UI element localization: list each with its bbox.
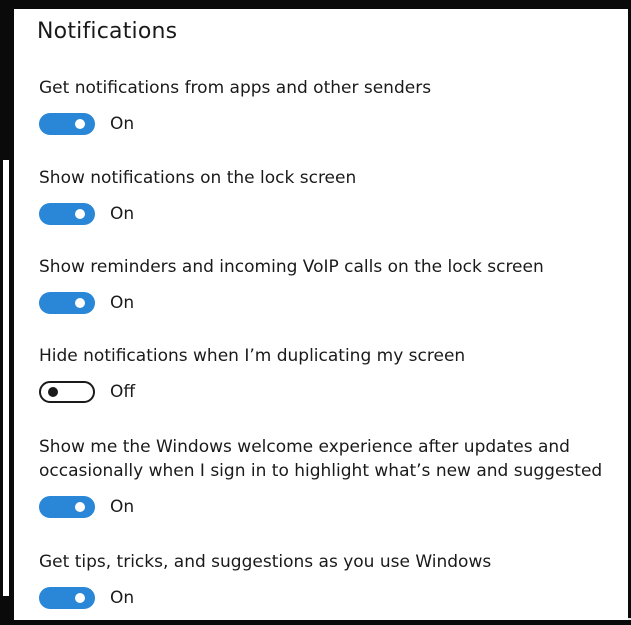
setting-label: Show me the Windows welcome experience a…	[39, 437, 603, 481]
toggle-row: On	[39, 586, 619, 610]
toggle-state-label: On	[110, 497, 135, 517]
toggle-state-label: On	[110, 204, 135, 224]
toggle-state-label: On	[110, 293, 135, 313]
setting-label: Get tips, tricks, and suggestions as you…	[39, 552, 492, 572]
toggle-switch[interactable]	[39, 587, 95, 609]
window-frame: Notifications Get notifications from app…	[0, 0, 631, 625]
toggle-knob	[48, 387, 58, 397]
toggle-state-label: On	[110, 114, 135, 134]
toggle-state-label: Off	[110, 382, 136, 402]
toggle-knob	[75, 119, 85, 129]
setting-label: Hide notifications when I’m duplicating …	[39, 346, 466, 366]
toggle-row: Off	[39, 380, 619, 404]
frame-bottom-border	[0, 620, 631, 625]
toggle-knob	[75, 593, 85, 603]
toggle-switch[interactable]	[39, 113, 95, 135]
setting-hide-when-duplicating: Hide notifications when I’m duplicating …	[39, 344, 619, 404]
toggle-switch[interactable]	[39, 203, 95, 225]
setting-label: Show notifications on the lock screen	[39, 168, 357, 188]
setting-reminders-voip: Show reminders and incoming VoIP calls o…	[39, 255, 619, 315]
setting-label: Show reminders and incoming VoIP calls o…	[39, 257, 544, 277]
toggle-row: On	[39, 495, 619, 519]
frame-left-gap	[3, 160, 9, 596]
toggle-switch[interactable]	[39, 292, 95, 314]
setting-label: Get notifications from apps and other se…	[39, 78, 432, 98]
toggle-knob	[75, 298, 85, 308]
toggle-row: On	[39, 291, 619, 315]
notifications-panel: Notifications Get notifications from app…	[17, 9, 628, 620]
toggle-row: On	[39, 112, 619, 136]
frame-top-border	[0, 0, 631, 9]
setting-tips-tricks: Get tips, tricks, and suggestions as you…	[39, 550, 619, 610]
setting-lock-screen-notifications: Show notifications on the lock screen On	[39, 166, 619, 226]
toggle-row: On	[39, 202, 619, 226]
toggle-knob	[75, 502, 85, 512]
toggle-switch[interactable]	[39, 496, 95, 518]
toggle-switch[interactable]	[39, 381, 95, 403]
toggle-state-label: On	[110, 588, 135, 608]
setting-app-notifications: Get notifications from apps and other se…	[39, 76, 619, 136]
toggle-knob	[75, 209, 85, 219]
page-title: Notifications	[37, 19, 178, 44]
setting-welcome-experience: Show me the Windows welcome experience a…	[39, 435, 619, 519]
